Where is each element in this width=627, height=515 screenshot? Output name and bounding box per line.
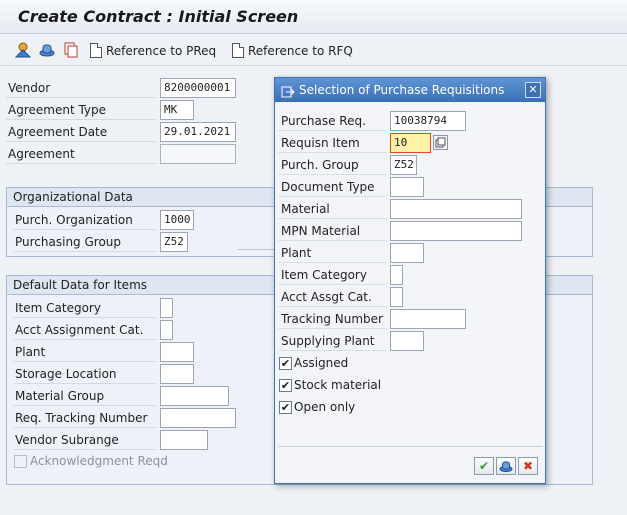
dialog-purch-group-label: Purch. Group xyxy=(278,155,386,175)
agreement-date-label: Agreement Date xyxy=(6,122,156,142)
dialog-material-field[interactable] xyxy=(390,199,522,219)
dialog-document-type-label: Document Type xyxy=(278,177,386,197)
dialog-title-icon xyxy=(281,83,295,98)
dialog-purch-group-field[interactable]: Z52 xyxy=(390,155,417,175)
vendor-subrange-label: Vendor Subrange xyxy=(13,430,156,450)
acct-assignment-cat-label: Acct Assignment Cat. xyxy=(13,320,156,340)
open-only-label: Open only xyxy=(294,400,356,414)
page-title: Create Contract : Initial Screen xyxy=(18,7,299,26)
dialog-supplying-plant-field[interactable] xyxy=(390,331,424,351)
reference-to-preq-label: Reference to PReq xyxy=(106,43,217,58)
dialog-requisn-item-label: Requisn Item xyxy=(278,133,386,153)
purch-organization-label: Purch. Organization xyxy=(13,210,156,230)
dialog-tracking-number-label: Tracking Number xyxy=(278,309,386,329)
material-group-label: Material Group xyxy=(13,386,156,406)
dialog-divider xyxy=(278,446,543,447)
dialog-tracking-number-field[interactable] xyxy=(390,309,466,329)
dialog-material-label: Material xyxy=(278,199,386,219)
plant-label: Plant xyxy=(13,342,156,362)
agreement-type-label: Agreement Type xyxy=(6,100,156,120)
req-tracking-number-field[interactable] xyxy=(160,408,236,428)
dialog-supplying-plant-label: Supplying Plant xyxy=(278,331,386,351)
dialog-purchase-req-label: Purchase Req. xyxy=(278,111,386,131)
dialog-title-bar[interactable]: Selection of Purchase Requisitions ✕ xyxy=(275,78,545,102)
material-group-field[interactable] xyxy=(160,386,229,406)
reference-to-preq-button[interactable]: Reference to PReq xyxy=(90,43,216,58)
dialog-mpn-material-label: MPN Material xyxy=(278,221,386,241)
vendor-subrange-field[interactable] xyxy=(160,430,208,450)
agreement-type-field[interactable]: MK xyxy=(160,100,194,120)
vendor-label: Vendor xyxy=(6,78,156,98)
purchasing-group-field[interactable]: Z52 xyxy=(160,232,188,252)
plant-field[interactable] xyxy=(160,342,194,362)
dialog-purchase-req-field[interactable]: 10038794 xyxy=(390,111,466,131)
reference-to-rfq-button[interactable]: Reference to RFQ xyxy=(232,43,353,58)
multi-select-icon[interactable] xyxy=(433,135,448,150)
acct-assignment-cat-field[interactable] xyxy=(160,320,173,340)
stock-material-label: Stock material xyxy=(294,378,382,392)
document-icon xyxy=(232,43,244,58)
assigned-checkbox[interactable]: ✔ xyxy=(279,357,292,370)
dialog-item-category-field[interactable] xyxy=(390,265,403,285)
dialog-item-category-label: Item Category xyxy=(278,265,386,285)
agreement-label: Agreement xyxy=(6,144,156,164)
item-category-label: Item Category xyxy=(13,298,156,318)
dialog-mpn-material-field[interactable] xyxy=(390,221,522,241)
reference-to-rfq-label: Reference to RFQ xyxy=(248,43,353,58)
acknowledgment-reqd-checkbox xyxy=(14,455,27,468)
req-tracking-number-label: Req. Tracking Number xyxy=(13,408,156,428)
assigned-label: Assigned xyxy=(294,356,349,370)
vendor-field[interactable]: 8200000001 xyxy=(160,78,236,98)
hat-icon[interactable] xyxy=(496,457,516,475)
selection-of-purchase-requisitions-dialog: Selection of Purchase Requisitions ✕ Pur… xyxy=(274,77,546,484)
acknowledgment-reqd-label: Acknowledgment Reqd xyxy=(30,454,168,468)
display-change-icon[interactable] xyxy=(14,41,32,59)
agreement-date-field[interactable]: 29.01.2021 xyxy=(160,122,236,142)
dialog-plant-label: Plant xyxy=(278,243,386,263)
cancel-icon[interactable]: ✖ xyxy=(518,457,538,475)
storage-location-field[interactable] xyxy=(160,364,194,384)
dialog-requisn-item-field[interactable]: 10 xyxy=(390,133,431,153)
document-icon xyxy=(90,43,102,58)
dialog-plant-field[interactable] xyxy=(390,243,424,263)
copy-icon[interactable] xyxy=(62,41,80,59)
open-only-checkbox[interactable]: ✔ xyxy=(279,401,292,414)
application-toolbar: Reference to PReq Reference to RFQ xyxy=(0,34,627,66)
stock-material-checkbox[interactable]: ✔ xyxy=(279,379,292,392)
dialog-title: Selection of Purchase Requisitions xyxy=(299,83,505,97)
purch-organization-field[interactable]: 1000 xyxy=(160,210,194,230)
check-icon[interactable]: ✔ xyxy=(474,457,494,475)
other-document-icon[interactable] xyxy=(38,41,56,59)
dialog-document-type-field[interactable] xyxy=(390,177,424,197)
purchasing-group-label: Purchasing Group xyxy=(13,232,156,252)
storage-location-label: Storage Location xyxy=(13,364,156,384)
title-bar: Create Contract : Initial Screen xyxy=(0,0,627,34)
divider xyxy=(238,249,274,250)
close-icon[interactable]: ✕ xyxy=(525,82,541,98)
dialog-acct-assgt-cat-label: Acct Assgt Cat. xyxy=(278,287,386,307)
dialog-acct-assgt-cat-field[interactable] xyxy=(390,287,403,307)
item-category-field[interactable] xyxy=(160,298,173,318)
agreement-field[interactable] xyxy=(160,144,236,164)
